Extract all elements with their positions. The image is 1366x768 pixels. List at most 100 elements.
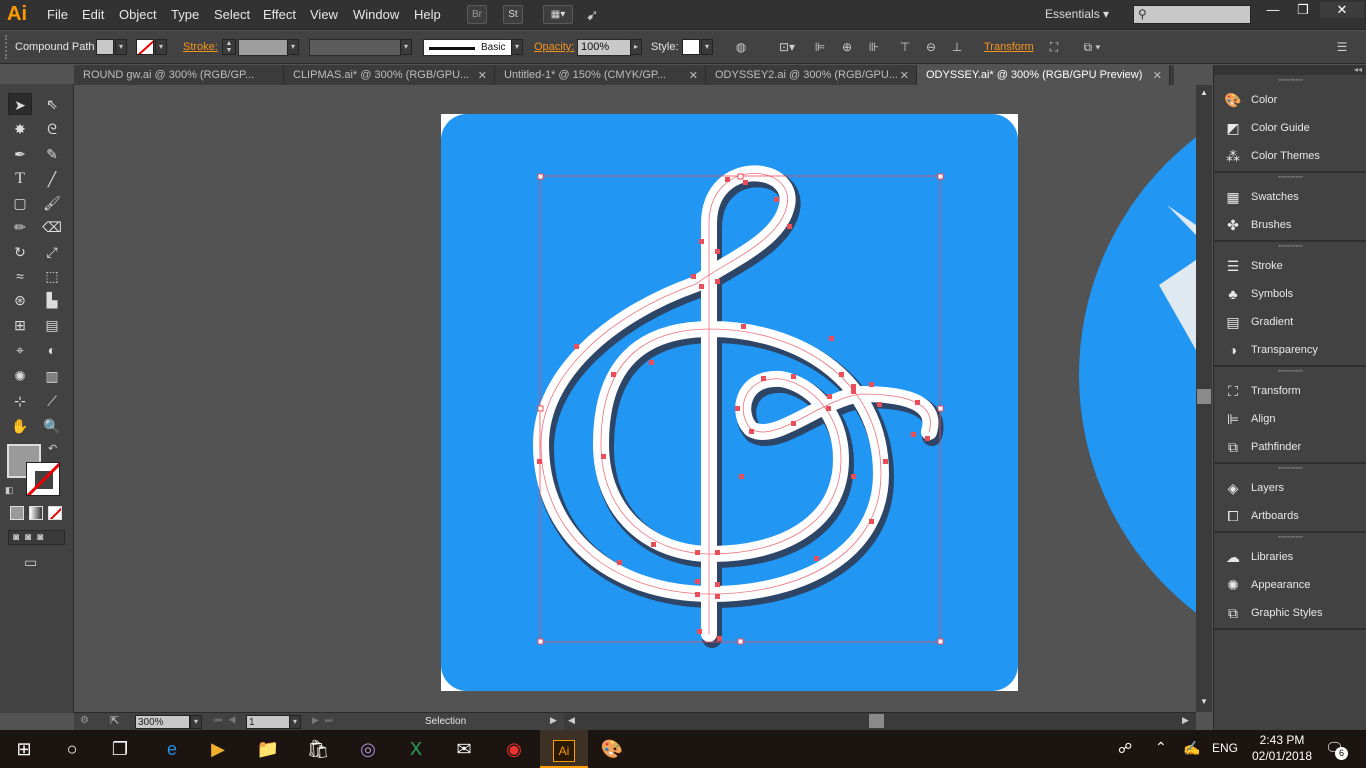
eraser-tool-icon[interactable]: ⌫	[40, 216, 64, 238]
paintbrush-tool-icon[interactable]: 🖌	[40, 192, 64, 214]
color-mode-icon[interactable]	[10, 506, 24, 520]
scale-tool-icon[interactable]: ⤢	[40, 241, 64, 263]
recolor-artwork-icon[interactable]: ◍	[733, 39, 749, 55]
line-segment-tool-icon[interactable]: ╱	[40, 168, 64, 190]
curvature-tool-icon[interactable]: ✎	[40, 143, 64, 165]
panel-group-grip[interactable]: ▪▪▪▪▪▪▪▪▪▪	[1214, 77, 1366, 85]
pencil-tool-icon[interactable]: ✏	[8, 216, 32, 238]
clock-date[interactable]: 02/01/2018	[1248, 749, 1316, 763]
tab-untitled-1[interactable]: Untitled-1* @ 150% (CMYK/GP... ✕	[495, 65, 706, 85]
artboard[interactable]	[441, 114, 1018, 691]
panel-color[interactable]: 🎨 Color	[1214, 86, 1366, 114]
artboard-nav-prev-icon[interactable]: ⏮◀	[214, 715, 242, 726]
bbox-handle-top-left[interactable]	[537, 173, 544, 180]
panel-group-grip[interactable]: ▪▪▪▪▪▪▪▪▪▪	[1214, 534, 1366, 542]
perspective-grid-tool-icon[interactable]: ▙	[40, 289, 64, 311]
panel-group-grip[interactable]: ▪▪▪▪▪▪▪▪▪▪	[1214, 465, 1366, 473]
stock-button[interactable]: St	[503, 5, 523, 24]
zoom-field[interactable]: 300%	[135, 715, 190, 729]
scroll-up-icon[interactable]: ▲	[1200, 88, 1208, 97]
horizontal-scrollbar[interactable]: ◀ ▶	[564, 713, 1196, 730]
panel-stroke[interactable]: ☰ Stroke	[1214, 252, 1366, 280]
opacity-field[interactable]: 100%	[577, 39, 631, 56]
tab-clipmas[interactable]: CLIPMAS.ai* @ 300% (RGB/GPU... ✕	[284, 65, 495, 85]
bbox-handle-top-right[interactable]	[937, 173, 944, 180]
drawing-modes-icon[interactable]: ◙◙◙	[8, 530, 65, 545]
scroll-down-icon[interactable]: ▼	[1200, 697, 1208, 706]
rectangle-tool-icon[interactable]: ▢	[8, 192, 32, 214]
torrent-app-icon[interactable]: ◎	[344, 730, 392, 768]
opacity-label[interactable]: Opacity:	[534, 41, 574, 53]
stroke-weight-dropdown[interactable]: ▾	[287, 39, 299, 55]
panel-align[interactable]: ⊫ Align	[1214, 405, 1366, 433]
rotate-tool-icon[interactable]: ↻	[8, 241, 32, 263]
tray-chevron-up-icon[interactable]: ⌃	[1155, 739, 1167, 756]
align-left-icon[interactable]: ⊫	[812, 39, 828, 55]
menu-file[interactable]: File	[47, 7, 68, 22]
panel-color-guide[interactable]: ◩ Color Guide	[1214, 114, 1366, 142]
eyedropper-tool-icon[interactable]: ⌖	[8, 339, 32, 361]
horizontal-scroll-thumb[interactable]	[869, 714, 884, 728]
language-indicator[interactable]: ENG	[1212, 741, 1238, 755]
default-fill-stroke-icon[interactable]: ◧	[5, 485, 14, 496]
fill-swatch[interactable]	[96, 39, 114, 55]
control-panel-menu-icon[interactable]: ☰	[1334, 39, 1350, 55]
bbox-handle-bottom-left[interactable]	[537, 638, 544, 645]
graphic-style-swatch[interactable]	[682, 39, 700, 55]
free-transform-tool-icon[interactable]: ⬚	[40, 265, 64, 287]
type-tool-icon[interactable]: T	[8, 168, 32, 190]
pen-tool-icon[interactable]: ✒	[8, 143, 32, 165]
vertical-scrollbar[interactable]: ▲ ▼	[1196, 85, 1212, 712]
column-graph-tool-icon[interactable]: ▥	[40, 365, 64, 387]
align-horizontal-center-icon[interactable]: ⊕	[839, 39, 855, 55]
direct-selection-tool-icon[interactable]: ⇖	[40, 93, 64, 115]
align-vertical-center-icon[interactable]: ⊖	[923, 39, 939, 55]
close-icon[interactable]: ✕	[1320, 2, 1364, 18]
chrome-icon[interactable]: ◉	[490, 730, 538, 768]
scroll-right-icon[interactable]: ▶	[1182, 715, 1189, 726]
symbol-sprayer-tool-icon[interactable]: ✺	[8, 365, 32, 387]
panel-graphic-styles[interactable]: ⧉ Graphic Styles	[1214, 599, 1366, 627]
align-bottom-icon[interactable]: ⊥	[949, 39, 965, 55]
status-menu-icon[interactable]: ▶	[550, 715, 557, 726]
align-to-selection-icon[interactable]: ⊡▾	[775, 39, 799, 55]
artboard-dropdown[interactable]: ▾	[289, 715, 301, 729]
artboard-tool-icon[interactable]: ⊹	[8, 390, 32, 412]
menu-help[interactable]: Help	[414, 7, 441, 22]
swap-fill-stroke-icon[interactable]: ↶	[48, 442, 57, 455]
bridge-button[interactable]: Br	[467, 5, 487, 24]
isolate-selected-icon[interactable]: ⛶	[1046, 39, 1062, 55]
panel-artboards[interactable]: ⧠ Artboards	[1214, 502, 1366, 530]
width-tool-icon[interactable]: ≈	[8, 265, 32, 287]
selection-tool-icon[interactable]: ➤	[8, 93, 32, 115]
menu-type[interactable]: Type	[171, 7, 199, 22]
vertical-scroll-thumb[interactable]	[1197, 389, 1211, 404]
status-icon[interactable]: ⚙	[80, 715, 89, 726]
slice-tool-icon[interactable]: ⟋	[40, 390, 64, 412]
close-tab-icon[interactable]: ✕	[900, 69, 909, 82]
menu-edit[interactable]: Edit	[82, 7, 104, 22]
canvas-area[interactable]	[74, 85, 1196, 712]
none-mode-icon[interactable]	[48, 506, 62, 520]
align-right-icon[interactable]: ⊪	[866, 39, 882, 55]
mesh-tool-icon[interactable]: ⊞	[8, 314, 32, 336]
paint-icon[interactable]: 🎨	[588, 730, 636, 768]
gradient-tool-icon[interactable]: ▤	[40, 314, 64, 336]
search-circle-icon[interactable]: ○	[48, 730, 96, 768]
opacity-dropdown[interactable]: ▸	[630, 39, 642, 55]
panel-group-grip[interactable]: ▪▪▪▪▪▪▪▪▪▪	[1214, 174, 1366, 182]
panel-color-themes[interactable]: ⁂ Color Themes	[1214, 142, 1366, 170]
menu-object[interactable]: Object	[119, 7, 157, 22]
clock-time[interactable]: 2:43 PM	[1252, 733, 1312, 747]
zoom-dropdown[interactable]: ▾	[190, 715, 202, 729]
panel-swatches[interactable]: ▦ Swatches	[1214, 183, 1366, 211]
bbox-handle-bottom-right[interactable]	[937, 638, 944, 645]
task-view-icon[interactable]: ❐	[96, 730, 144, 768]
artboard-nav-next-icon[interactable]: ▶⏭	[312, 715, 339, 726]
offscreen-artwork[interactable]	[1079, 85, 1196, 712]
windows-start-icon[interactable]: ⊞	[0, 730, 48, 768]
bbox-handle-middle-right[interactable]	[937, 405, 944, 412]
illustrator-taskbar-icon[interactable]: Ai	[540, 730, 588, 768]
tab-odyssey2[interactable]: ODYSSEY2.ai @ 300% (RGB/GPU... ✕	[706, 65, 917, 85]
panel-pathfinder[interactable]: ⧉ Pathfinder	[1214, 433, 1366, 461]
